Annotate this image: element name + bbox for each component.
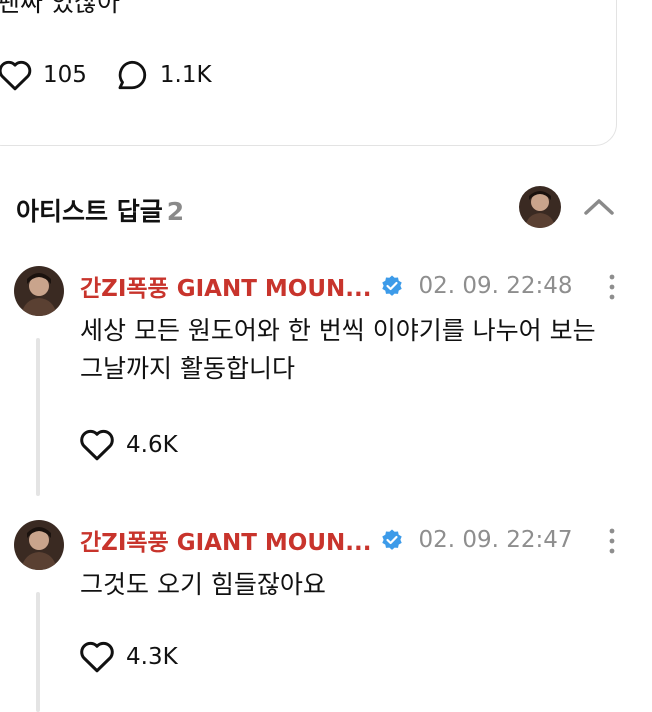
post-comment-button[interactable]: 1.1K [115,58,212,92]
heart-icon [80,641,114,673]
more-options-button[interactable] [604,526,620,556]
post-card: 팬싸 있잖아 105 1.1K [0,0,617,146]
post-actions: 105 1.1K [0,57,212,93]
reply-avatar[interactable] [14,520,64,570]
reply-like-count: 4.6K [126,431,178,458]
reply-like-button[interactable]: 4.3K [78,640,178,673]
post-like-count: 105 [43,62,87,88]
comment-bubble-icon [118,60,147,90]
reply-like-button[interactable]: 4.6K [78,428,178,461]
reply-avatar[interactable] [14,266,64,316]
artist-reply: 간ZI폭풍 GIANT MOUN... 02. 09. 22:47 그것도 오기… [0,512,652,712]
artist-replies-header: 아티스트 답글 2 [0,182,652,234]
artist-replies-title: 아티스트 답글 2 [16,192,184,228]
reply-text: 세상 모든 원도어와 한 번씩 이야기를 나누어 보는 그날까지 활동합니다 [80,316,596,383]
verified-badge-icon [380,528,404,552]
post-comment-count: 1.1K [159,62,212,88]
chevron-up-icon [584,199,614,215]
artist-reply: 간ZI폭풍 GIANT MOUN... 02. 09. 22:48 세상 모든 … [0,258,652,498]
artist-replies-label: 아티스트 답글 [16,197,163,226]
reply-author[interactable]: 간ZI폭풍 GIANT MOUN... [80,269,371,303]
reply-timestamp: 02. 09. 22:48 [418,273,573,299]
more-vertical-icon [609,274,615,300]
verified-badge-icon [380,274,404,298]
artist-replies-count: 2 [166,197,185,226]
heart-icon [80,429,114,461]
reply-text: 그것도 오기 힘들잖아요 [80,570,326,599]
artist-avatar[interactable] [519,186,561,228]
artist-avatar-image [519,186,561,228]
thread-line [36,338,40,496]
reply-avatar-image [14,266,64,316]
more-options-button[interactable] [604,272,620,302]
post-text: 팬싸 있잖아 [0,0,120,17]
reply-meta: 간ZI폭풍 GIANT MOUN... 02. 09. 22:47 [80,524,573,556]
reply-timestamp: 02. 09. 22:47 [418,527,573,553]
reply-meta: 간ZI폭풍 GIANT MOUN... 02. 09. 22:48 [80,270,573,302]
more-vertical-icon [609,528,615,554]
collapse-button[interactable] [580,192,618,222]
reply-like-count: 4.3K [126,643,178,670]
reply-avatar-image [14,520,64,570]
heart-icon [0,60,32,91]
post-like-button[interactable]: 105 [0,59,87,91]
reply-author[interactable]: 간ZI폭풍 GIANT MOUN... [80,523,371,557]
thread-line [36,592,40,712]
